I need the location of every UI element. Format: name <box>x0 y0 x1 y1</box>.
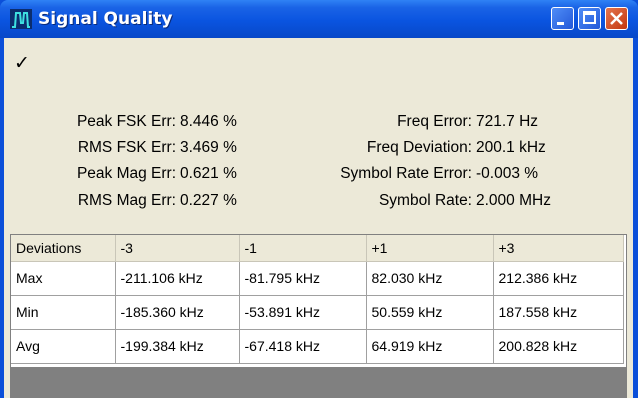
window-border-right <box>633 38 638 398</box>
stat-label: Freq Deviation: <box>366 139 472 156</box>
table-cell: 64.919 kHz <box>366 329 494 364</box>
column-header[interactable]: -1 <box>239 235 367 262</box>
minimize-button[interactable] <box>551 7 574 30</box>
column-header[interactable]: +1 <box>366 235 494 262</box>
row-label: Max <box>11 261 116 296</box>
window-title: Signal Quality <box>38 9 173 29</box>
close-icon <box>610 12 623 25</box>
stat-label: RMS Mag Err: <box>77 192 176 209</box>
row-label: Avg <box>11 329 116 364</box>
table-cell: 212.386 kHz <box>493 261 624 296</box>
maximize-icon <box>583 11 596 24</box>
table-cell: 50.559 kHz <box>366 295 494 330</box>
stat-value: 0.621 % <box>180 165 237 182</box>
table-cell: 200.828 kHz <box>493 329 624 364</box>
stat-label: RMS FSK Err: <box>77 139 176 156</box>
maximize-button[interactable] <box>578 7 601 30</box>
table-cell: 187.558 kHz <box>493 295 624 330</box>
stat-value: 3.469 % <box>180 139 237 156</box>
table-cell: -53.891 kHz <box>239 295 367 330</box>
stat-label: Symbol Rate Error: <box>340 165 472 182</box>
stat-value: -0.003 % <box>476 165 539 182</box>
checkmark-icon: ✓ <box>14 52 30 74</box>
table-row[interactable]: Avg -199.384 kHz -67.418 kHz 64.919 kHz … <box>11 329 624 364</box>
stat-label: Freq Error: <box>397 113 472 130</box>
column-header[interactable]: -3 <box>115 235 240 262</box>
deviations-table: Deviations -3 -1 +1 +3 Max -211.106 kHz … <box>11 235 624 364</box>
table-header-row: Deviations -3 -1 +1 +3 <box>11 235 624 262</box>
table-cell: -211.106 kHz <box>115 261 240 296</box>
stat-value: 721.7 Hz <box>476 113 539 130</box>
stat-label: Peak FSK Err: <box>76 113 176 130</box>
app-icon <box>10 9 32 29</box>
table-cell: -81.795 kHz <box>239 261 367 296</box>
minimize-icon <box>557 22 564 25</box>
table-row[interactable]: Max -211.106 kHz -81.795 kHz 82.030 kHz … <box>11 261 624 296</box>
stat-value: 8.446 % <box>180 113 237 130</box>
grid-empty-area <box>10 368 627 398</box>
stat-label: Symbol Rate: <box>378 192 472 209</box>
table-row[interactable]: Min -185.360 kHz -53.891 kHz 50.559 kHz … <box>11 295 624 330</box>
signal-quality-window: Signal Quality ✓ Peak FSK Err: 8.446 % R… <box>0 0 638 398</box>
client-area: ✓ Peak FSK Err: 8.446 % RMS FSK Err: 3.4… <box>4 38 633 398</box>
stat-label: Peak Mag Err: <box>76 165 176 182</box>
column-header[interactable]: Deviations <box>11 235 116 262</box>
stat-value: 2.000 MHz <box>476 192 551 209</box>
table-cell: -67.418 kHz <box>239 329 367 364</box>
column-header[interactable]: +3 <box>493 235 624 262</box>
stat-value: 0.227 % <box>180 192 237 209</box>
table-cell: -185.360 kHz <box>115 295 240 330</box>
close-button[interactable] <box>605 7 628 30</box>
title-bar[interactable]: Signal Quality <box>0 0 638 38</box>
row-label: Min <box>11 295 116 330</box>
table-cell: -199.384 kHz <box>115 329 240 364</box>
table-cell: 82.030 kHz <box>366 261 494 296</box>
stat-value: 200.1 kHz <box>476 139 546 156</box>
deviations-grid[interactable]: Deviations -3 -1 +1 +3 Max -211.106 kHz … <box>10 234 627 368</box>
